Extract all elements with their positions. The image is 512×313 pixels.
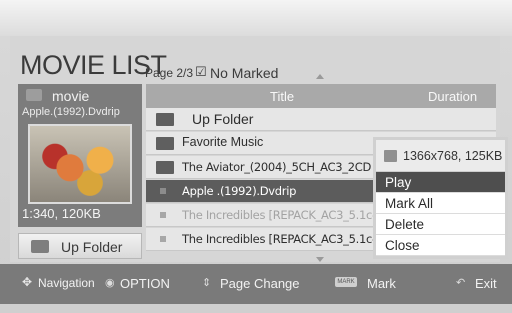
navigation-arrows-icon: ✥ [22,275,33,289]
list-item-label: Apple .(1992).Dvdrip [182,184,297,198]
marked-status: No Marked [210,65,279,81]
preview-info: 1:340, 120KB [22,206,101,221]
footer-page-change[interactable]: Page Change [220,276,300,291]
footer-mark[interactable]: Mark [367,276,396,291]
popup-info: 1366x768, 125KB [376,140,505,172]
list-header: Title Duration [146,84,496,108]
up-folder-button-label: Up Folder [61,239,123,255]
list-item-label: Favorite Music [182,135,264,149]
preview-filename: Apple.(1992).Dvdrip [22,106,120,118]
option-button-icon: ◉ [105,277,115,289]
column-duration: Duration [428,89,478,104]
file-icon [160,212,166,218]
list-item-label: The Incredibles [REPACK_AC3_5.1c-CiNE [182,208,377,222]
folder-icon [156,137,174,150]
up-folder-button[interactable]: Up Folder [18,233,142,259]
folder-icon [156,161,174,174]
mark-button-icon: MARK [335,277,357,287]
footer-option[interactable]: OPTION [120,276,170,291]
popup-info-text: 1366x768, 125KB [403,149,503,163]
list-item-label: Up Folder [192,111,254,127]
page-change-icon: ⇕ [202,277,212,289]
page-indicator: Page 2/3 [145,66,194,80]
menu-item-delete[interactable]: Delete [376,214,505,235]
list-item-label: The Aviator_(2004)_5CH_AC3_2CD [182,160,372,174]
thumbnail-image [28,124,132,204]
file-icon [160,236,166,242]
preview-type-label: movie [52,88,90,104]
list-item-up-folder[interactable]: Up Folder [146,108,496,131]
file-icon [160,188,166,194]
scroll-down-arrow-icon[interactable] [316,257,324,262]
folder-up-icon [31,240,49,253]
folder-up-icon [156,113,174,126]
menu-item-mark-all[interactable]: Mark All [376,193,505,214]
option-popup: 1366x768, 125KB Play Mark All Delete Clo… [373,137,508,259]
top-bar [0,0,512,36]
menu-item-play[interactable]: Play [376,172,505,193]
column-title: Title [270,89,295,104]
scroll-up-arrow-icon[interactable] [316,74,324,79]
preview-card: movie Apple.(1992).Dvdrip 1:340, 120KB [18,84,142,227]
footer-bar: ✥ Navigation ◉ OPTION ⇕ Page Change MARK… [0,264,512,304]
image-info-icon [384,150,397,162]
movie-icon [26,89,42,101]
exit-back-icon: ↶ [456,277,466,289]
checkbox-icon: ☑ [195,64,207,79]
list-item-label: The Incredibles [REPACK_AC3_5.1c-CiNE [182,232,377,246]
tv-screen: MOVIE LIST Page 2/3 ☑ No Marked movie Ap… [0,0,512,313]
menu-item-close[interactable]: Close [376,235,505,256]
footer-exit[interactable]: Exit [475,276,497,291]
footer-navigation: Navigation [38,276,95,290]
